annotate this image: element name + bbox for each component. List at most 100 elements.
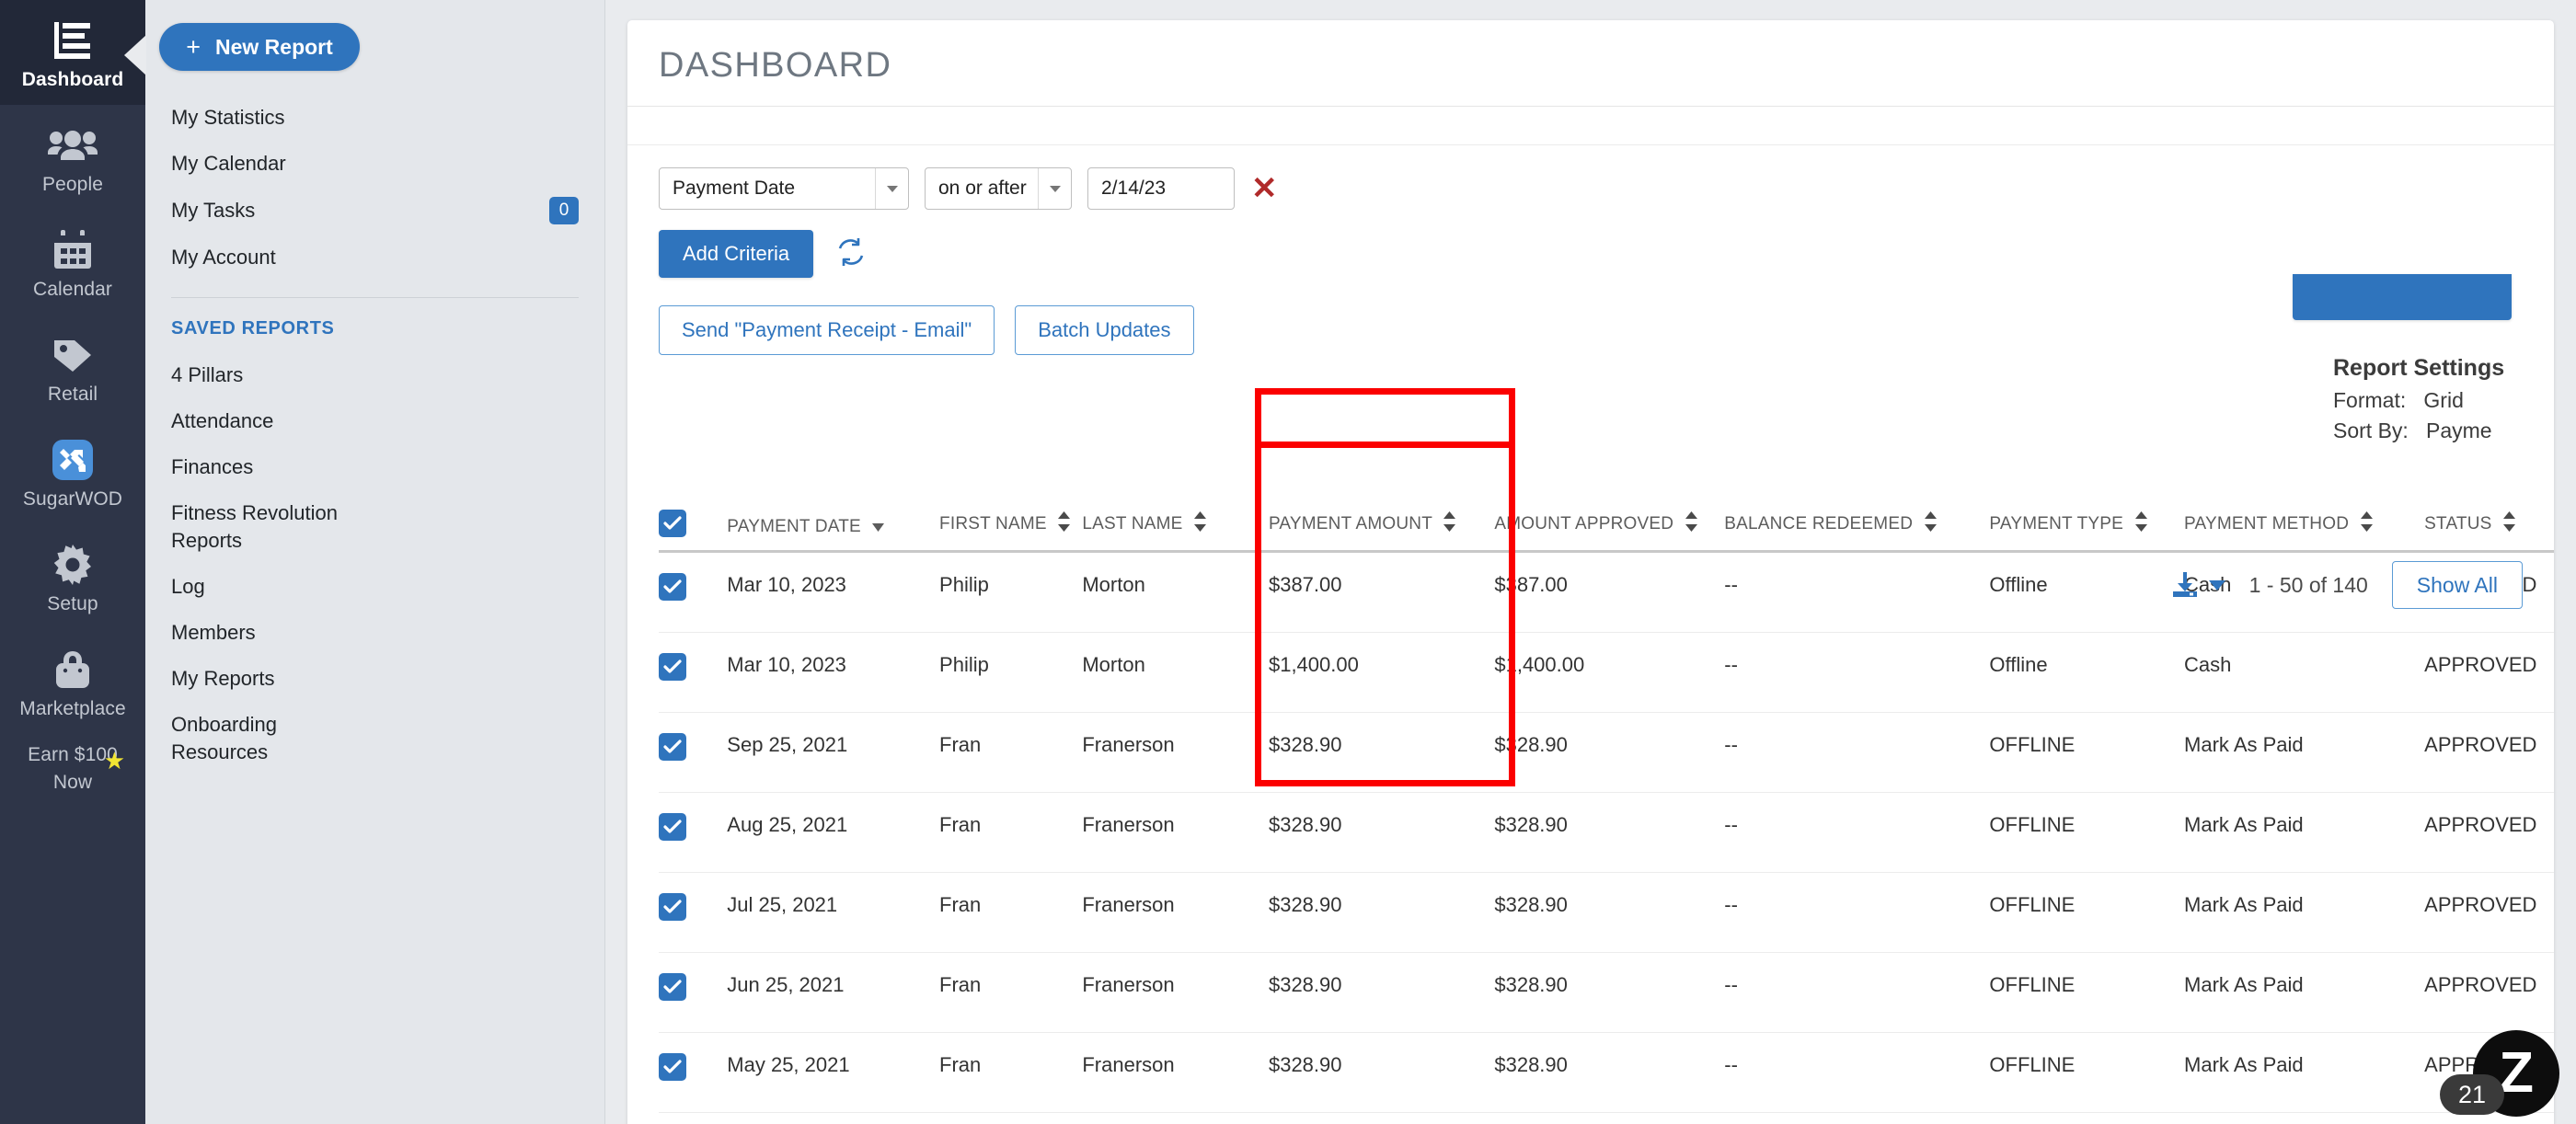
cell-amount-approved: $328.90 — [1494, 1032, 1725, 1113]
panel-link-my-account[interactable]: My Account — [171, 235, 579, 281]
column-label: PAYMENT TYPE — [1989, 514, 2124, 534]
cell-status: APPROVED — [2424, 792, 2554, 873]
report-settings-sort: Sort By: Payme — [2333, 416, 2554, 446]
rail-item-label: Setup — [47, 593, 98, 614]
dashboard-icon — [4, 17, 142, 64]
cell-payment-type: OFFLINE — [1989, 872, 2185, 953]
column-label: PAYMENT METHOD — [2184, 514, 2350, 534]
saved-report-item[interactable]: Fitness Revolution Reports — [171, 490, 364, 564]
download-icon[interactable] — [2170, 571, 2225, 599]
saved-report-item[interactable]: My Reports — [171, 656, 579, 702]
rail-item-calendar[interactable]: Calendar — [0, 210, 145, 315]
cell-payment-amount: $328.90 — [1268, 1032, 1495, 1113]
row-checkbox[interactable] — [659, 573, 686, 601]
saved-report-item[interactable]: Attendance — [171, 398, 579, 444]
cell-last-name: Franerson — [1082, 1032, 1269, 1113]
cell-payment-type: Offline — [1989, 632, 2185, 713]
column-header-first-name[interactable]: FIRST NAME — [939, 504, 1083, 553]
reports-side-panel: + New Report My Statistics My Calendar M… — [145, 0, 605, 1124]
column-label: STATUS — [2424, 514, 2492, 534]
run-report-button-cutoff[interactable] — [2293, 274, 2512, 320]
table-row[interactable]: Jun 25, 2021 Fran Franerson $328.90 $328.90-… — [659, 952, 2554, 1033]
saved-report-item[interactable]: Onboarding Resources — [171, 702, 346, 775]
criteria-field-value: Payment Date — [673, 178, 796, 199]
add-criteria-button[interactable]: Add Criteria — [659, 230, 814, 278]
add-criteria-row: Add Criteria — [659, 210, 2523, 278]
cell-payment-type: OFFLINE — [1989, 1032, 2185, 1113]
refresh-icon[interactable] — [835, 236, 867, 272]
saved-report-item[interactable]: 4 Pillars — [171, 352, 579, 398]
table-row[interactable]: May 25, 2021 Fran Franerson $328.90 $328.90-… — [659, 1032, 2554, 1113]
cell-last-name: Morton — [1082, 632, 1269, 713]
rail-item-setup[interactable]: Setup — [0, 524, 145, 629]
table-body: Mar 10, 2023 Philip Morton $387.00 $387.00 --… — [659, 551, 2554, 1113]
select-all-checkbox[interactable] — [659, 510, 686, 537]
support-widget[interactable]: Z 21 — [2440, 1030, 2559, 1117]
rail-item-earn-promo[interactable]: ★ Earn $100 Now — [0, 734, 145, 808]
rail-item-retail[interactable]: Retail — [0, 315, 145, 419]
cell-payment-date: Sep 25, 2021 — [727, 712, 940, 793]
cell-last-name: Franerson — [1082, 792, 1269, 873]
cell-payment-type: Offline — [1989, 551, 2185, 633]
saved-report-item[interactable]: Finances — [171, 444, 579, 490]
row-checkbox[interactable] — [659, 813, 686, 841]
cell-payment-method: Cash — [2184, 632, 2425, 713]
row-select-cell — [659, 632, 728, 713]
saved-report-item[interactable]: Members — [171, 610, 579, 656]
row-checkbox[interactable] — [659, 893, 686, 921]
panel-divider — [171, 297, 579, 298]
send-payment-receipt-button[interactable]: Send "Payment Receipt - Email" — [659, 305, 995, 355]
column-header-status[interactable]: STATUS — [2424, 504, 2554, 553]
rail-item-people[interactable]: People — [0, 105, 145, 210]
table-row[interactable]: Aug 25, 2021 Fran Franerson $328.90 $328.90-… — [659, 792, 2554, 873]
table-row[interactable]: Mar 10, 2023 Philip Morton $1,400.00 $1,400.… — [659, 632, 2554, 713]
cell-amount-approved: $328.90 — [1494, 712, 1725, 793]
format-label: Format: — [2333, 388, 2407, 412]
column-header-amount-approved[interactable]: AMOUNT APPROVED — [1494, 504, 1725, 553]
cell-balance-redeemed: -- — [1724, 872, 1990, 953]
cell-last-name: Franerson — [1082, 952, 1269, 1033]
column-header-payment-date[interactable]: PAYMENT DATE — [727, 504, 940, 553]
saved-report-item[interactable]: Log — [171, 564, 579, 610]
new-report-button[interactable]: + New Report — [159, 23, 360, 71]
rail-item-marketplace[interactable]: Marketplace — [0, 629, 145, 734]
pagination-text: 1 - 50 of 140 — [2248, 572, 2368, 597]
cell-payment-amount: $328.90 — [1268, 872, 1495, 953]
saved-reports-heading: SAVED REPORTS — [171, 318, 335, 338]
show-all-button[interactable]: Show All — [2391, 561, 2523, 609]
sort-both-icon — [2134, 511, 2147, 537]
remove-criteria-button[interactable]: ✕ — [1251, 173, 1278, 204]
row-checkbox[interactable] — [659, 1053, 686, 1081]
gear-icon — [4, 541, 142, 589]
panel-link-my-calendar[interactable]: My Calendar — [171, 141, 579, 187]
column-header-last-name[interactable]: LAST NAME — [1082, 504, 1269, 553]
batch-updates-button[interactable]: Batch Updates — [1015, 305, 1194, 355]
format-value: Grid — [2423, 388, 2464, 412]
row-checkbox[interactable] — [659, 653, 686, 681]
column-header-payment-method[interactable]: PAYMENT METHOD — [2184, 504, 2425, 553]
column-header-balance-redeemed[interactable]: BALANCE REDEEMED — [1724, 504, 1990, 553]
criteria-operator-select[interactable]: on or after — [925, 167, 1072, 210]
column-header-payment-type[interactable]: PAYMENT TYPE — [1989, 504, 2185, 553]
row-checkbox[interactable] — [659, 973, 686, 1001]
panel-link-my-tasks[interactable]: My Tasks 0 — [171, 187, 579, 235]
cell-status: APPROVED — [2424, 872, 2554, 953]
chevron-down-icon — [1038, 168, 1071, 209]
column-header-payment-amount[interactable]: PAYMENT AMOUNT — [1268, 504, 1495, 553]
row-select-cell — [659, 872, 728, 953]
criteria-date-input[interactable] — [1087, 167, 1235, 210]
panel-link-my-statistics[interactable]: My Statistics — [171, 95, 579, 141]
cell-payment-method: Mark As Paid — [2184, 952, 2425, 1033]
row-checkbox[interactable] — [659, 733, 686, 761]
table-row[interactable]: Sep 25, 2021 Fran Franerson $328.90 $328.90-… — [659, 712, 2554, 793]
table-row[interactable]: Jul 25, 2021 Fran Franerson $328.90 $328.90-… — [659, 872, 2554, 953]
bag-icon — [4, 646, 142, 694]
rail-item-sugarwod[interactable]: SugarWOD — [0, 419, 145, 524]
rail-item-label: Marketplace — [19, 698, 126, 719]
cell-payment-date: May 25, 2021 — [727, 1032, 940, 1113]
cell-amount-approved: $387.00 — [1494, 551, 1725, 633]
cell-payment-method: Mark As Paid — [2184, 872, 2425, 953]
cell-last-name: Franerson — [1082, 712, 1269, 793]
criteria-field-select[interactable]: Payment Date — [659, 167, 909, 210]
rail-item-dashboard[interactable]: Dashboard — [0, 0, 146, 105]
